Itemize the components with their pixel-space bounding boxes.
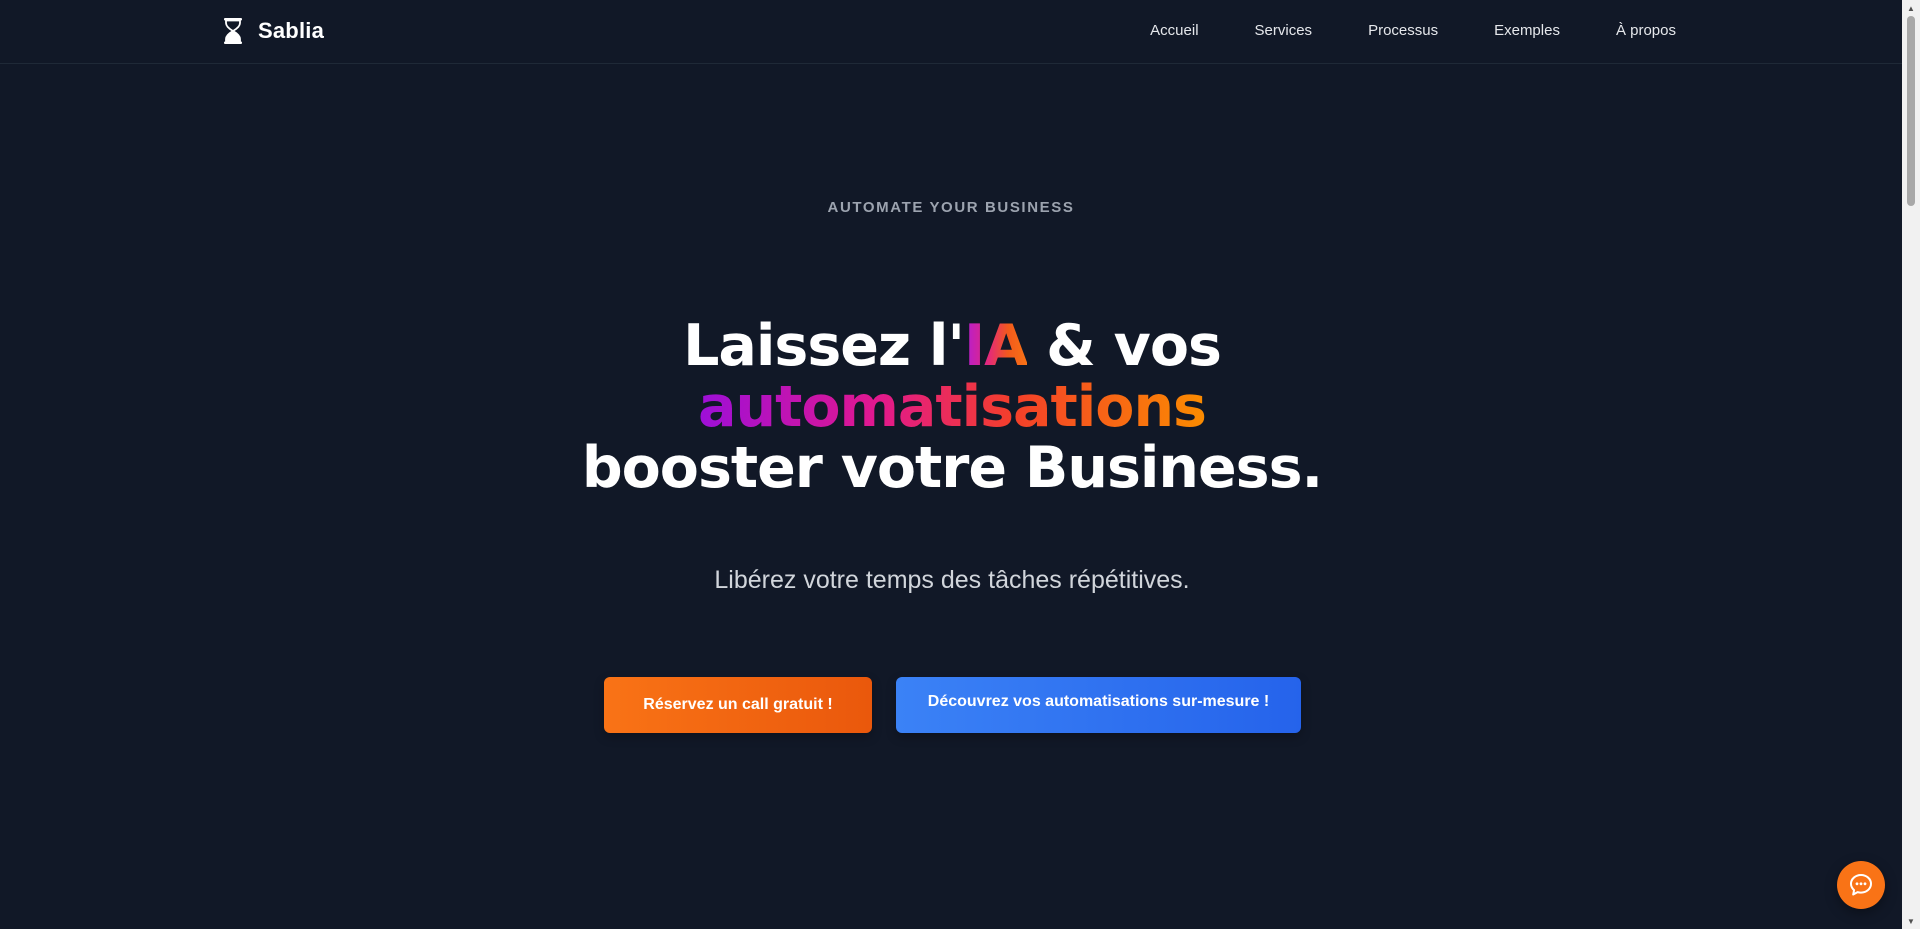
headline-part-2: & vos [1027, 313, 1222, 379]
chat-widget-button[interactable] [1837, 861, 1885, 909]
chat-bubble-icon [1850, 874, 1872, 896]
headline-highlight-automatisations: automatisations [698, 374, 1207, 440]
brand-name: Sablia [258, 18, 325, 43]
nav-link-accueil[interactable]: Accueil [1150, 22, 1198, 39]
page: Sablia Accueil Services Processus Exempl… [0, 0, 1920, 929]
scroll-up-arrow-icon[interactable]: ▲ [1902, 0, 1920, 16]
scroll-down-arrow-icon[interactable]: ▼ [1902, 913, 1920, 929]
hero-cta-row: Réservez un call gratuit ! Découvrez vos… [604, 677, 1301, 733]
page-scrollbar[interactable]: ▲ ▼ [1902, 0, 1920, 929]
headline-highlight-ia: IA [963, 313, 1028, 379]
main-nav: Accueil Services Processus Exemples À pr… [1150, 22, 1676, 39]
headline-part-1: Laissez l' [683, 313, 965, 379]
hourglass-icon [224, 18, 242, 44]
nav-link-services[interactable]: Services [1255, 22, 1313, 39]
nav-link-a-propos[interactable]: À propos [1616, 22, 1676, 39]
top-navbar: Sablia Accueil Services Processus Exempl… [0, 0, 1902, 64]
scrollbar-thumb[interactable] [1907, 16, 1915, 206]
discover-automations-button[interactable]: Découvrez vos automatisations sur-mesure… [896, 677, 1301, 733]
brand-logo-link[interactable]: Sablia [222, 17, 324, 45]
nav-link-processus[interactable]: Processus [1368, 22, 1438, 39]
book-call-button[interactable]: Réservez un call gratuit ! [604, 677, 872, 733]
hero-headline: Laissez l'IA & vos automatisations boost… [0, 316, 1904, 499]
nav-link-exemples[interactable]: Exemples [1494, 22, 1560, 39]
headline-part-3: booster votre Business. [581, 435, 1323, 501]
hero-subtitle: Libérez votre temps des tâches répétitiv… [714, 566, 1190, 594]
hero-eyebrow: AUTOMATE YOUR BUSINESS [827, 199, 1075, 216]
